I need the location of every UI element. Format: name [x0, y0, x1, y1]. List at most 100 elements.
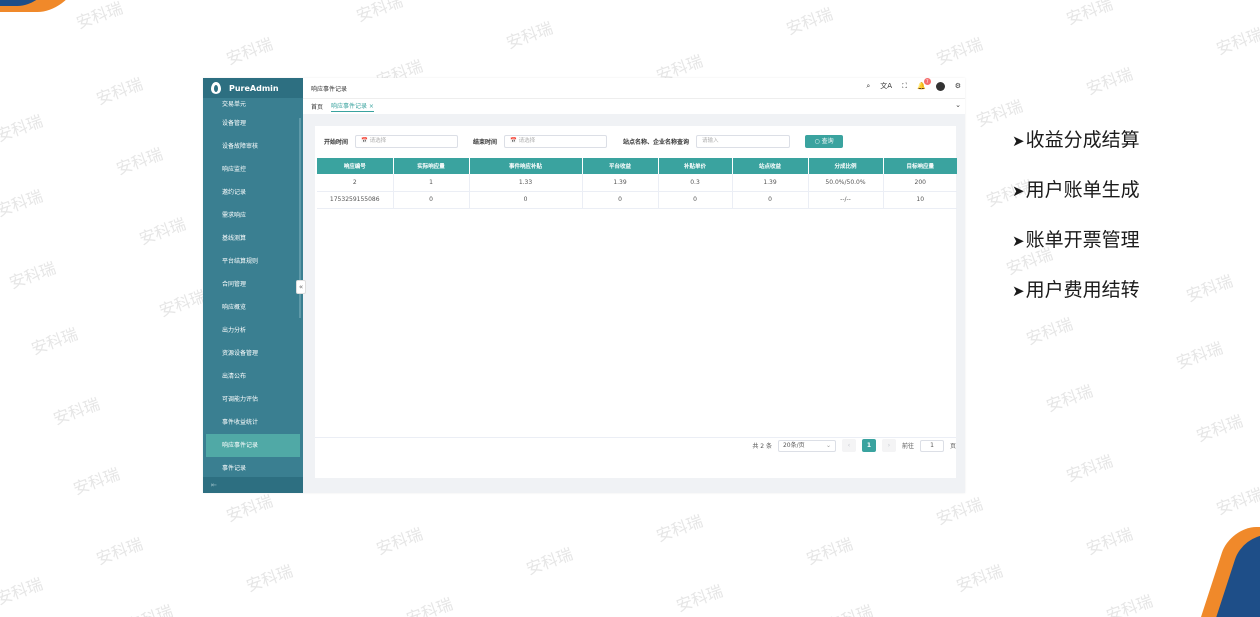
bullet-item: ➤用户账单生成 — [1012, 177, 1140, 227]
table-header-cell: 站点收益 — [732, 158, 809, 174]
prev-page-button[interactable]: ‹ — [841, 439, 856, 452]
table-cell: --/-- — [808, 191, 884, 209]
page-size-select[interactable]: 20条/页 ⌄ — [777, 439, 836, 452]
calendar-icon: 📅 — [361, 137, 370, 144]
watermark-text: 安科瑞 — [1103, 591, 1156, 617]
breadcrumb[interactable]: 响应事件记录 — [311, 84, 347, 93]
table-row[interactable]: 1753259155086 0 0 0 0 0 --/-- 10 — [317, 191, 957, 209]
sidebar-item[interactable]: 邀约记录 — [203, 181, 303, 204]
watermark-text: 安科瑞 — [0, 186, 46, 221]
filter-bar: 开始时间 📅 请选择 结束时间 📅 请选择 站点名称、企业名称查询 请输入 ○ … — [315, 126, 956, 156]
watermark-text: 安科瑞 — [156, 286, 209, 321]
watermark-text: 安科瑞 — [353, 0, 406, 26]
table-cell: 0 — [732, 191, 809, 209]
sidebar-item[interactable]: 设备管理 — [203, 112, 303, 135]
bullet-item: ➤收益分成结算 — [1012, 127, 1140, 177]
pagination-total: 共 2 条 — [752, 443, 772, 450]
pager-divider — [315, 437, 956, 438]
watermark-text: 安科瑞 — [783, 4, 836, 39]
table-header-cell: 分成比例 — [808, 158, 884, 174]
watermark-text: 安科瑞 — [803, 534, 856, 569]
sidebar-item[interactable]: 设备故障审核 — [203, 135, 303, 158]
watermark-text: 安科瑞 — [93, 534, 146, 569]
fullscreen-icon[interactable]: ⛶ — [902, 82, 907, 91]
watermark-text: 安科瑞 — [223, 491, 276, 526]
query-button[interactable]: ○ 查询 — [805, 134, 844, 148]
end-time-placeholder: 请选择 — [518, 137, 536, 144]
page-number-current[interactable]: 1 — [861, 439, 876, 452]
sidebar-item[interactable]: 合同管理 — [203, 273, 303, 296]
table-header-cell: 响应编号 — [317, 158, 394, 174]
table-cell: 50.0%/50.0% — [808, 174, 884, 192]
start-time-picker[interactable]: 📅 请选择 — [355, 134, 459, 148]
sidebar-item[interactable]: 事件收益统计 — [203, 411, 303, 434]
watermark-text: 安科瑞 — [1213, 484, 1260, 519]
sidebar-item[interactable]: 响应监控 — [203, 158, 303, 181]
goto-page-input[interactable]: 1 — [919, 439, 944, 452]
notification-bell-icon[interactable]: 🔔 7 — [917, 78, 931, 90]
table-cell: 2 — [317, 174, 394, 192]
table-cell: 200 — [883, 174, 957, 192]
tab-home[interactable]: 首页 — [311, 102, 323, 111]
table-cell: 1.33 — [469, 174, 583, 192]
search-icon: ○ — [814, 137, 822, 145]
pagination: 共 2 条 20条/页 ⌄ ‹ 1 › 前往 1 页 — [752, 439, 956, 452]
event-records-table: 响应编号 实际响应量 事件响应补贴 平台收益 补贴单价 站点收益 分成比例 目标响应量 211… — [317, 158, 957, 209]
watermark-text: 安科瑞 — [223, 34, 276, 69]
collapse-footer-icon[interactable]: ⇤ — [203, 477, 303, 493]
gear-icon[interactable]: ⚙ — [955, 82, 961, 90]
top-header: 响应事件记录 ⌕ 文A ⛶ 🔔 7 ⚙ — [303, 78, 965, 98]
sidebar-item[interactable]: 可调能力评估 — [203, 388, 303, 411]
sidebar-item[interactable]: 响应概览 — [203, 296, 303, 319]
goto-label: 前往 — [901, 443, 914, 450]
table-cell: 1.39 — [582, 174, 659, 192]
end-time-picker[interactable]: 📅 请选择 — [504, 134, 608, 148]
watermark-text: 安科瑞 — [503, 18, 556, 53]
watermark-text: 安科瑞 — [933, 494, 986, 529]
watermark-text: 安科瑞 — [403, 594, 456, 617]
sidebar-item[interactable]: 平台结算规则 — [203, 250, 303, 273]
table-cell: 0 — [393, 191, 470, 209]
arrow-bullet-icon: ➤ — [1012, 182, 1025, 200]
watermark-text: 安科瑞 — [1173, 338, 1226, 373]
watermark-text: 安科瑞 — [673, 581, 726, 616]
bullet-text: 收益分成结算 — [1025, 129, 1140, 151]
sidebar-item[interactable]: 出力分析 — [203, 319, 303, 342]
page-size-value: 20条/页 — [782, 441, 805, 449]
bullet-text: 用户账单生成 — [1025, 179, 1140, 201]
tab-bar: 首页 响应事件记录 × ⌄ — [303, 98, 965, 114]
content-panel: 开始时间 📅 请选择 结束时间 📅 请选择 站点名称、企业名称查询 请输入 ○ … — [315, 126, 957, 478]
search-icon[interactable]: ⌕ — [866, 82, 870, 91]
table-row[interactable]: 2 1 1.33 1.39 0.3 1.39 50.0%/50.0% 200 — [317, 174, 957, 192]
brand-logo[interactable]: PureAdmin — [203, 78, 303, 98]
watermark-text: 安科瑞 — [523, 544, 576, 579]
watermark-text: 安科瑞 — [113, 144, 166, 179]
chevron-down-icon[interactable]: ⌄ — [955, 101, 961, 109]
logo-icon — [211, 82, 221, 94]
tab-response-event-records[interactable]: 响应事件记录 × — [331, 101, 374, 112]
sidebar-item[interactable]: 基线测算 — [203, 227, 303, 250]
sidebar-item[interactable]: 出清公布 — [203, 365, 303, 388]
watermark-text: 安科瑞 — [70, 464, 123, 499]
sidebar-item-active[interactable]: 响应事件记录 — [206, 434, 300, 457]
translate-icon[interactable]: 文A — [880, 81, 892, 91]
bullet-item: ➤账单开票管理 — [1012, 227, 1140, 277]
table-header-cell: 事件响应补贴 — [469, 158, 583, 174]
next-page-button[interactable]: › — [881, 439, 896, 452]
table-header-cell: 目标响应量 — [883, 158, 957, 174]
watermark-text: 安科瑞 — [973, 96, 1026, 131]
sidebar-item[interactable]: 交易单元 — [203, 98, 303, 112]
site-query-input[interactable]: 请输入 — [696, 134, 791, 148]
sidebar-menu: 交易单元 设备管理 设备故障审核 响应监控 邀约记录 需求响应 基线测算 平台结… — [203, 98, 303, 480]
watermark-text: 安科瑞 — [373, 524, 426, 559]
sidebar-item[interactable]: 需求响应 — [203, 204, 303, 227]
sidebar-item[interactable]: 资源设备管理 — [203, 342, 303, 365]
user-avatar[interactable] — [935, 81, 945, 91]
notification-badge: 7 — [923, 78, 931, 85]
watermark-text: 安科瑞 — [243, 561, 296, 596]
feature-bullet-list: ➤收益分成结算 ➤用户账单生成 ➤账单开票管理 ➤用户费用结转 — [1012, 127, 1140, 327]
watermark-text: 安科瑞 — [1063, 451, 1116, 486]
end-time-label: 结束时间 — [473, 138, 498, 146]
watermark-text: 安科瑞 — [6, 258, 59, 293]
brand-name: PureAdmin — [229, 83, 279, 93]
